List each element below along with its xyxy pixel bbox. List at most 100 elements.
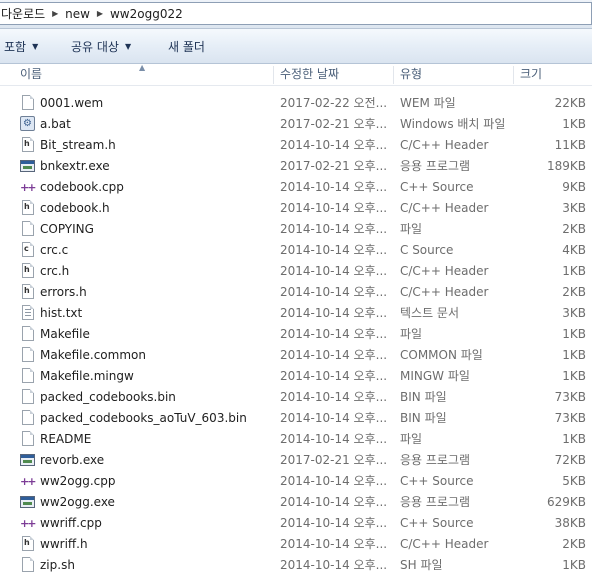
chevron-down-icon: ▼ xyxy=(124,41,132,51)
file-type: MINGW 파일 xyxy=(400,369,470,383)
column-header-name[interactable]: 이름 xyxy=(20,64,270,85)
file-row[interactable]: 0001.wem 2017-02-22 오전... WEM 파일 22KB xyxy=(0,93,592,114)
file-row[interactable]: ++ wwriff.cpp 2014-10-14 오후... C++ Sourc… xyxy=(0,513,592,534)
file-icon-cell xyxy=(20,494,36,511)
file-row[interactable]: c crc.c 2014-10-14 오후... C Source 4KB xyxy=(0,240,592,261)
file-date: 2014-10-14 오후... xyxy=(280,474,386,488)
file-size: 1KB xyxy=(562,348,586,362)
column-type-label: 유형 xyxy=(400,67,423,81)
file-name: README xyxy=(40,432,92,446)
file-icon-cell xyxy=(20,557,36,574)
file-name: Makefile.common xyxy=(40,348,146,362)
cpp-file-icon: ++ xyxy=(20,181,36,194)
file-type: C/C++ Header xyxy=(400,138,489,152)
file-date: 2014-10-14 오후... xyxy=(280,285,386,299)
header-file-icon: h xyxy=(22,200,34,215)
column-divider[interactable] xyxy=(393,66,394,84)
file-name: wwriff.h xyxy=(40,537,88,551)
breadcrumb[interactable]: 다운로드 ▶ new ▶ ww2ogg022 xyxy=(0,2,592,25)
header-file-icon: h xyxy=(22,536,34,551)
file-row[interactable]: h crc.h 2014-10-14 오후... C/C++ Header 1K… xyxy=(0,261,592,282)
breadcrumb-item-new[interactable]: new xyxy=(61,7,94,21)
file-size: 22KB xyxy=(554,96,586,110)
file-name: wwriff.cpp xyxy=(40,516,102,530)
blank-file-icon xyxy=(22,368,34,383)
column-header-date[interactable]: 수정한 날짜 xyxy=(280,64,390,85)
file-date: 2014-10-14 오후... xyxy=(280,222,386,236)
file-date: 2017-02-22 오전... xyxy=(280,96,386,110)
application-icon xyxy=(20,496,35,508)
file-type: C Source xyxy=(400,243,454,257)
file-name: ww2ogg.cpp xyxy=(40,474,116,488)
header-file-icon: h xyxy=(22,284,34,299)
file-size: 2KB xyxy=(562,222,586,236)
file-name: codebook.h xyxy=(40,201,110,215)
column-header-type[interactable]: 유형 xyxy=(400,64,510,85)
blank-file-icon xyxy=(22,431,34,446)
file-row[interactable]: h errors.h 2014-10-14 오후... C/C++ Header… xyxy=(0,282,592,303)
breadcrumb-item-ww2ogg022[interactable]: ww2ogg022 xyxy=(106,7,187,21)
share-with-button[interactable]: 공유 대상 ▼ xyxy=(71,29,131,63)
file-icon-cell xyxy=(20,221,36,238)
file-size: 3KB xyxy=(562,306,586,320)
file-icon-cell xyxy=(20,368,36,385)
file-row[interactable]: ++ ww2ogg.cpp 2014-10-14 오후... C++ Sourc… xyxy=(0,471,592,492)
file-date: 2014-10-14 오후... xyxy=(280,495,386,509)
file-row[interactable]: h wwriff.h 2014-10-14 오후... C/C++ Header… xyxy=(0,534,592,555)
file-row[interactable]: zip.sh 2014-10-14 오후... SH 파일 1KB xyxy=(0,555,592,576)
address-bar: 다운로드 ▶ new ▶ ww2ogg022 xyxy=(0,0,592,29)
file-row[interactable]: ww2ogg.exe 2014-10-14 오후... 응용 프로그램 629K… xyxy=(0,492,592,513)
application-icon xyxy=(20,160,35,172)
column-header-size[interactable]: 크기 xyxy=(520,64,590,85)
include-in-library-button[interactable]: 포함 ▼ xyxy=(4,29,38,63)
file-row[interactable]: Makefile.mingw 2014-10-14 오후... MINGW 파일… xyxy=(0,366,592,387)
file-size: 2KB xyxy=(562,537,586,551)
file-row[interactable]: hist.txt 2014-10-14 오후... 텍스트 문서 3KB xyxy=(0,303,592,324)
column-header: ▲ 이름 수정한 날짜 유형 크기 xyxy=(0,63,592,86)
file-name: Makefile.mingw xyxy=(40,369,134,383)
file-icon-cell: ⚙ xyxy=(20,116,36,133)
file-date: 2014-10-14 오후... xyxy=(280,327,386,341)
file-row[interactable]: Makefile.common 2014-10-14 오후... COMMON … xyxy=(0,345,592,366)
file-type: BIN 파일 xyxy=(400,411,447,425)
file-row[interactable]: revorb.exe 2017-02-21 오후... 응용 프로그램 72KB xyxy=(0,450,592,471)
file-name: revorb.exe xyxy=(40,453,105,467)
file-row[interactable]: h Bit_stream.h 2014-10-14 오후... C/C++ He… xyxy=(0,135,592,156)
file-row[interactable]: COPYING 2014-10-14 오후... 파일 2KB xyxy=(0,219,592,240)
file-size: 629KB xyxy=(546,495,586,509)
file-size: 72KB xyxy=(554,453,586,467)
column-divider[interactable] xyxy=(513,66,514,84)
file-date: 2014-10-14 오후... xyxy=(280,411,386,425)
file-type: COMMON 파일 xyxy=(400,348,483,362)
file-date: 2014-10-14 오후... xyxy=(280,264,386,278)
file-size: 5KB xyxy=(562,474,586,488)
file-name: crc.c xyxy=(40,243,69,257)
breadcrumb-separator-icon[interactable]: ▶ xyxy=(94,9,106,18)
file-row[interactable]: bnkextr.exe 2017-02-21 오후... 응용 프로그램 189… xyxy=(0,156,592,177)
file-name: codebook.cpp xyxy=(40,180,124,194)
file-row[interactable]: packed_codebooks.bin 2014-10-14 오후... BI… xyxy=(0,387,592,408)
blank-file-icon xyxy=(22,410,34,425)
breadcrumb-separator-icon[interactable]: ▶ xyxy=(49,9,61,18)
cpp-file-icon: ++ xyxy=(20,475,36,488)
file-type: 응용 프로그램 xyxy=(400,159,471,173)
new-folder-button[interactable]: 새 폴더 xyxy=(168,29,205,63)
file-icon-cell: c xyxy=(20,242,36,259)
file-row[interactable]: h codebook.h 2014-10-14 오후... C/C++ Head… xyxy=(0,198,592,219)
column-divider[interactable] xyxy=(273,66,274,84)
header-file-icon: h xyxy=(22,263,34,278)
file-name: ww2ogg.exe xyxy=(40,495,115,509)
file-type: WEM 파일 xyxy=(400,96,456,110)
file-row[interactable]: README 2014-10-14 오후... 파일 1KB xyxy=(0,429,592,450)
batch-file-icon: ⚙ xyxy=(20,116,35,131)
file-row[interactable]: packed_codebooks_aoTuV_603.bin 2014-10-1… xyxy=(0,408,592,429)
file-name: Bit_stream.h xyxy=(40,138,116,152)
file-date: 2014-10-14 오후... xyxy=(280,243,386,257)
file-icon-cell xyxy=(20,158,36,175)
file-date: 2017-02-21 오후... xyxy=(280,117,386,131)
file-icon-cell: ++ xyxy=(20,515,36,532)
breadcrumb-item-downloads[interactable]: 다운로드 xyxy=(0,5,49,22)
file-row[interactable]: ++ codebook.cpp 2014-10-14 오후... C++ Sou… xyxy=(0,177,592,198)
file-row[interactable]: ⚙ a.bat 2017-02-21 오후... Windows 배치 파일 1… xyxy=(0,114,592,135)
file-row[interactable]: Makefile 2014-10-14 오후... 파일 1KB xyxy=(0,324,592,345)
